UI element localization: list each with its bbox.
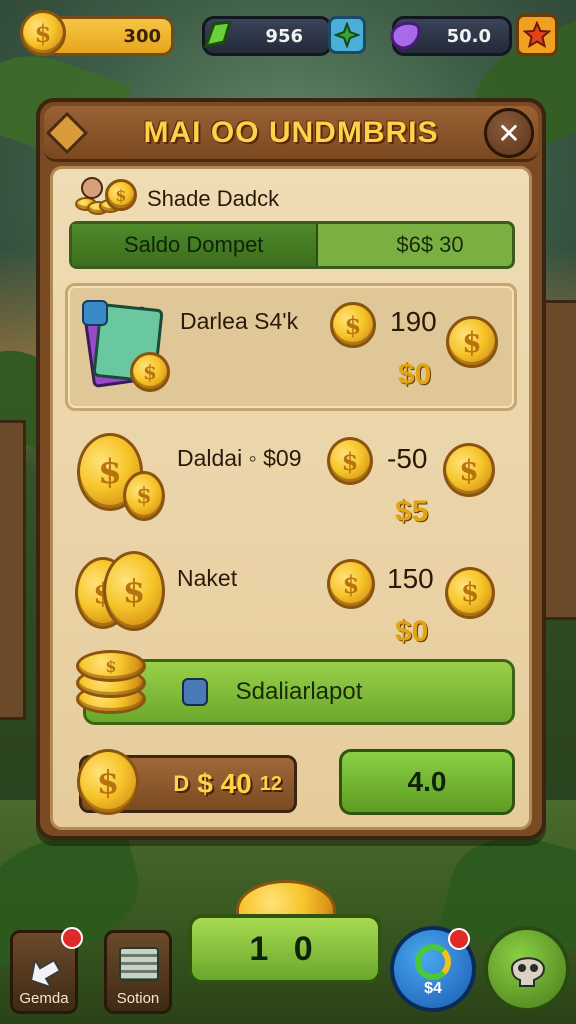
coin-icon: $ <box>330 302 376 348</box>
offer-price: $0 <box>395 615 429 648</box>
cash-stack-icon <box>119 947 159 981</box>
dollar-coin-icon: $ <box>77 749 139 815</box>
offer-name: Darlea S4'k <box>180 308 299 334</box>
offer-amount: 190 <box>390 306 437 337</box>
purple-crystal-icon <box>384 14 426 56</box>
hut-decoration <box>0 420 26 720</box>
player-name: Shade Dadck <box>147 186 280 211</box>
dollar-coin-icon: $ <box>20 10 66 56</box>
chip-suffix: 12 <box>259 772 282 795</box>
balance-label: Saldo Dompet <box>72 224 318 266</box>
cash-cards-icon: $ <box>82 300 170 392</box>
offer-card[interactable]: $ $ Daldai ◦ $09 $ -50 $5 $ <box>65 423 517 551</box>
center-counter-button[interactable]: 1 0 <box>188 914 382 984</box>
offer-name: Naket <box>177 565 238 591</box>
chip-prefix: D <box>173 771 190 796</box>
star-button[interactable] <box>516 14 558 56</box>
coin-pile-icon: $ <box>75 177 137 221</box>
coin-stack-icon: $ <box>76 650 148 720</box>
nav-sotion-button[interactable]: Sotion <box>104 930 172 1014</box>
player-row: $ Shade Dadck <box>75 177 279 221</box>
coin-icon: $ <box>446 316 498 368</box>
add-gems-button[interactable] <box>328 16 366 54</box>
offer-name: Daldai ◦ $09 <box>177 445 302 471</box>
coin-icon: $ <box>443 443 495 497</box>
coin-stack-icon: $ $ <box>75 551 167 641</box>
offer-amount: 150 <box>387 563 434 594</box>
plus-icon <box>334 22 360 48</box>
g-coin-icon <box>415 944 451 980</box>
diamond-badge-icon <box>45 111 89 155</box>
coin-icon: $ <box>445 567 495 619</box>
wallet-icon <box>182 678 208 706</box>
confirm-button-value: 4.0 <box>407 766 447 797</box>
offer-price: $5 <box>395 495 429 528</box>
offer-amount: -50 <box>387 443 428 474</box>
currency-round-button[interactable]: $4 <box>390 926 476 1012</box>
notification-dot <box>61 927 83 949</box>
wallet-dialog: MAI OO UNDMBRIS ✕ $ Shade Dadck Saldo Do… <box>36 98 546 840</box>
coins-value: 300 <box>123 25 161 47</box>
coin-icon: $ <box>327 437 373 485</box>
gems-value: 956 <box>265 25 303 47</box>
claim-button[interactable]: $ Sdaliarlapot <box>76 650 515 725</box>
dialog-title: MAI OO UNDMBRIS <box>143 115 439 149</box>
claim-button-label: Sdaliarlapot <box>235 678 363 705</box>
balance-value: $6$ 30 <box>318 224 512 266</box>
chip-value: $ 40 <box>197 768 252 799</box>
profile-round-button[interactable] <box>484 926 570 1012</box>
nav-label: Gemda <box>19 990 69 1007</box>
arrow-icon <box>29 956 62 989</box>
dialog-header: MAI OO UNDMBRIS ✕ <box>44 106 538 162</box>
wallet-balance-bar: Saldo Dompet $6$ 30 <box>69 221 515 269</box>
round-badge: $4 <box>424 980 442 997</box>
star-icon <box>523 21 551 49</box>
center-counter-value: 1 0 <box>249 929 321 968</box>
coin-stack-icon: $ $ <box>77 433 167 523</box>
confirm-button[interactable]: 4.0 <box>339 749 515 815</box>
green-gem-icon <box>198 16 236 54</box>
balance-value-text: $6$ 30 <box>396 232 464 257</box>
notification-dot <box>448 928 470 950</box>
nav-gemda-button[interactable]: Gemda <box>10 927 83 1014</box>
nav-label: Sotion <box>116 990 160 1007</box>
balance-label-text: Saldo Dompet <box>124 232 264 257</box>
coin-icon: $ <box>327 559 375 609</box>
close-button[interactable]: ✕ <box>484 108 534 158</box>
offer-card[interactable]: $ Darlea S4'k $ 190 $0 $ <box>65 283 517 411</box>
close-icon: ✕ <box>497 116 521 150</box>
crystals-value: 50.0 <box>446 25 491 47</box>
offer-price: $0 <box>398 358 432 391</box>
skull-icon <box>510 957 546 987</box>
resource-bar: 300 $ 956 50.0 <box>0 10 576 62</box>
dialog-body: $ Shade Dadck Saldo Dompet $6$ 30 $ Darl… <box>50 166 532 830</box>
